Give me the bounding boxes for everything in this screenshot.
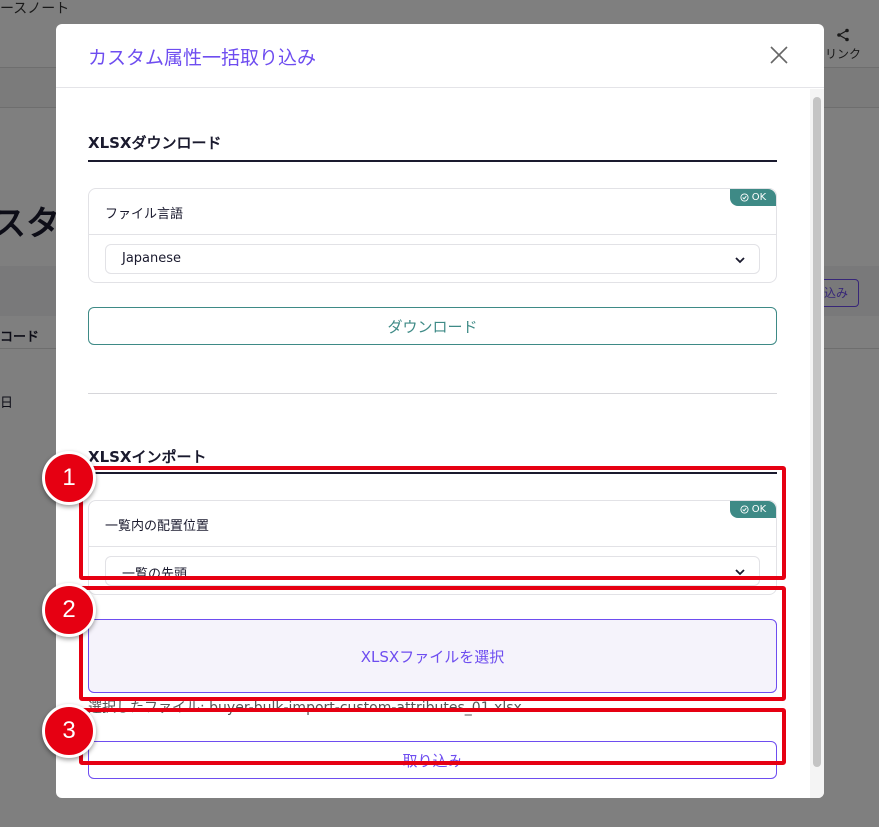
placement-position-label: 一覧内の配置位置 [105,519,210,534]
modal-header: カスタム属性一括取り込み [56,24,824,88]
field-divider [89,546,776,547]
download-button[interactable]: ダウンロード [88,307,777,345]
status-badge: OK [730,501,776,518]
selected-file-text: 選択したファイル: buyer-bulk-import-custom-attri… [88,700,522,716]
check-circle-icon [740,505,749,514]
section-divider [88,393,777,394]
download-section-rule [88,160,777,162]
status-badge-label: OK [751,192,767,203]
status-badge: OK [730,189,776,206]
status-badge-label: OK [751,504,767,515]
file-language-value: Japanese [122,251,182,266]
import-section-title: XLSXインポート [88,448,207,466]
import-button[interactable]: 取り込み [88,741,777,779]
modal-body: XLSXダウンロード ファイル言語 OK Japanese ダウンロード XLS… [56,89,824,798]
import-section-rule [88,472,777,474]
chevron-down-icon [733,564,747,578]
callout-number-1: 1 [42,451,96,505]
callout-number-2: 2 [42,583,96,637]
close-button[interactable] [768,44,790,66]
placement-position-field: 一覧内の配置位置 OK 一覧の先頭 [88,500,777,595]
scrollbar-thumb[interactable] [813,97,821,767]
placement-position-select[interactable]: 一覧の先頭 [105,556,760,586]
file-language-field: ファイル言語 OK Japanese [88,188,777,283]
callout-number-3: 3 [42,704,96,758]
field-divider [89,234,776,235]
chevron-down-icon [733,252,747,266]
check-circle-icon [740,193,749,202]
modal-title: カスタム属性一括取り込み [88,47,317,69]
file-language-select[interactable]: Japanese [105,244,760,274]
close-icon [770,46,788,64]
select-xlsx-file-button[interactable]: XLSXファイルを選択 [88,619,777,693]
file-language-label: ファイル言語 [105,207,184,222]
bulk-import-modal: カスタム属性一括取り込み XLSXダウンロード ファイル言語 OK Japane… [56,24,824,798]
download-section-title: XLSXダウンロード [88,134,222,152]
placement-position-value: 一覧の先頭 [122,567,188,582]
